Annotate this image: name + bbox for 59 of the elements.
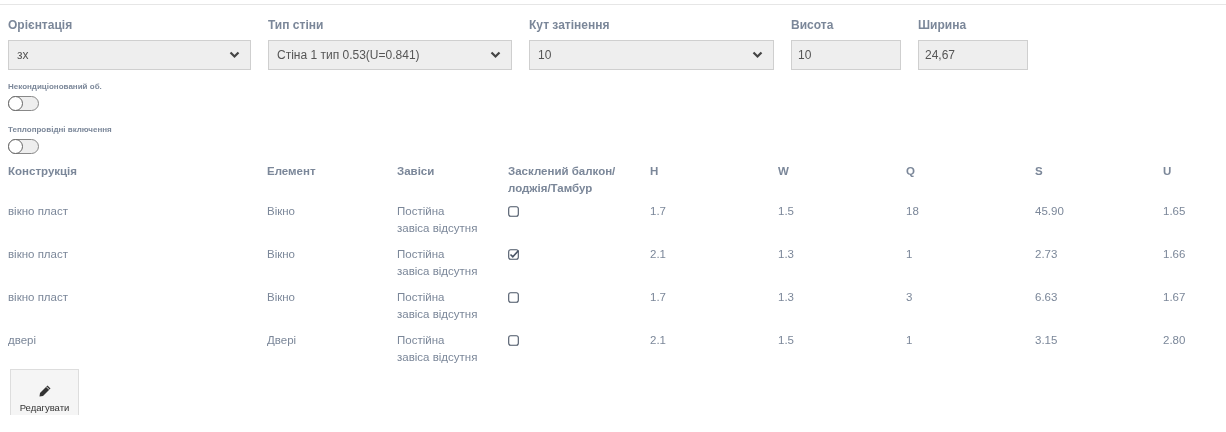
table-cell: вікно пласт [8, 289, 267, 332]
column-header: Q [906, 163, 1035, 203]
column-header: H [650, 163, 778, 203]
table-cell: 1 [906, 246, 1035, 289]
table-cell: 1.7 [650, 289, 778, 332]
column-header: S [1035, 163, 1163, 203]
pencil-icon [37, 384, 52, 398]
edit-button[interactable]: Редагувати [10, 369, 79, 415]
table-cell: 2.1 [650, 332, 778, 375]
column-header: Елемент [267, 163, 397, 203]
input-field[interactable]: 10 [791, 40, 901, 70]
table-cell: 1.5 [778, 332, 906, 375]
table-cell: 6.63 [1035, 289, 1163, 332]
column-header: Завіси [397, 163, 508, 203]
table-cell: 45.90 [1035, 203, 1163, 246]
table-cell: Вікно [267, 203, 397, 246]
table-cell: 3.15 [1035, 332, 1163, 375]
toggle-switch[interactable] [8, 139, 39, 154]
column-header: Конструкція [8, 163, 267, 203]
table-cell: 3 [906, 289, 1035, 332]
chevron-icon [490, 51, 501, 59]
table-cell: 1.7 [650, 203, 778, 246]
table-cell-text: 1.67 [1163, 290, 1187, 305]
table-cell: вікно пласт [8, 203, 267, 246]
chevron-icon [229, 51, 240, 59]
table-cell: вікно пласт [8, 246, 267, 289]
field-label: Тип стіни [268, 18, 325, 34]
table-cell: 1.3 [778, 289, 906, 332]
table-cell-text: 1.66 [1163, 247, 1187, 262]
dropdown[interactable]: Стіна 1 тип 0.53(U=0.841) [268, 40, 512, 70]
dropdown[interactable]: 10 [529, 40, 774, 70]
field-label: Кут затінення [529, 18, 611, 34]
table-cell: Постійна завіса відсутня [397, 332, 508, 375]
toggle-label: Теплопровідні включення [8, 125, 112, 135]
table-cell: Вікно [267, 289, 397, 332]
table-cell: 1.5 [778, 203, 906, 246]
dropdown[interactable]: зх [8, 40, 251, 70]
table-cell: 2.73 [1035, 246, 1163, 289]
field-label: Висота [791, 18, 835, 34]
table-cell: Двері [267, 332, 397, 375]
column-header: Засклений балкон/лоджія/Тамбур [508, 163, 650, 203]
column-header: U [1163, 164, 1173, 179]
table-cell: 2.1 [650, 246, 778, 289]
input-field[interactable]: 24,67 [918, 40, 1028, 70]
column-header: W [778, 163, 906, 203]
field-label: Орієнтація [8, 18, 74, 34]
chevron-icon [752, 51, 763, 59]
field-label: Ширина [918, 18, 968, 34]
table-cell: Постійна завіса відсутня [397, 289, 508, 332]
table-cell: Постійна завіса відсутня [397, 203, 508, 246]
table-cell: 18 [906, 203, 1035, 246]
table-cell: 1 [906, 332, 1035, 375]
table-cell-text: 1.65 [1163, 204, 1187, 219]
table-cell: Вікно [267, 246, 397, 289]
toggle-switch[interactable] [8, 96, 39, 111]
table-cell-text: 2.80 [1163, 333, 1187, 348]
table-cell: 1.3 [778, 246, 906, 289]
toggle-label: Некондиціонований об. [8, 82, 102, 92]
table-cell: Постійна завіса відсутня [397, 246, 508, 289]
